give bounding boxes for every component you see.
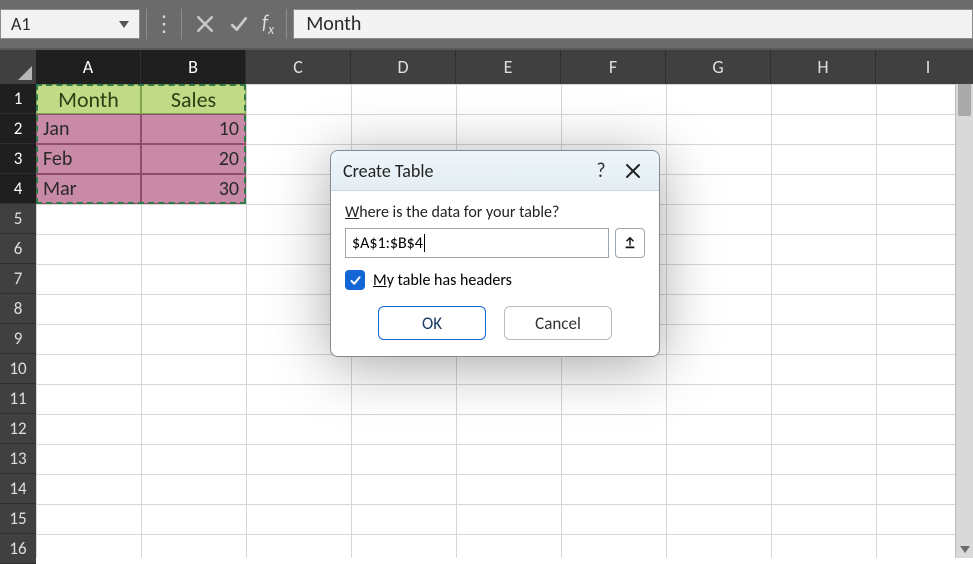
row-header-14[interactable]: 14 xyxy=(0,474,36,504)
name-box-value: A1 xyxy=(11,13,31,35)
formula-bar-toolbar: A1 ⋮ fx Month xyxy=(0,0,973,50)
scroll-down-button[interactable] xyxy=(956,540,973,558)
cell-B1[interactable]: Sales xyxy=(141,84,246,114)
row-header-10[interactable]: 10 xyxy=(0,354,36,384)
row-header-16[interactable]: 16 xyxy=(0,534,36,564)
headers-checkbox-label[interactable]: My table has headers xyxy=(373,271,512,290)
cell-A2[interactable]: Jan xyxy=(36,114,141,144)
headers-checkbox[interactable] xyxy=(345,270,365,290)
range-selector-button[interactable] xyxy=(615,228,645,258)
dialog-title: Create Table xyxy=(343,160,433,182)
close-icon xyxy=(196,15,214,33)
row-header-5[interactable]: 5 xyxy=(0,204,36,234)
row-header-11[interactable]: 11 xyxy=(0,384,36,414)
cell-B4[interactable]: 30 xyxy=(141,174,246,204)
fx-icon[interactable]: fx xyxy=(256,11,280,38)
cell-A1[interactable]: Month xyxy=(36,84,141,114)
row-header-1[interactable]: 1 xyxy=(0,84,36,114)
range-input-value: $A$1:$B$4 xyxy=(352,234,423,253)
kebab-icon[interactable]: ⋮ xyxy=(153,20,175,28)
range-prompt-label: Where is the data for your table? xyxy=(345,203,645,222)
help-button[interactable]: ? xyxy=(589,159,613,183)
check-icon xyxy=(230,15,248,33)
row-header-9[interactable]: 9 xyxy=(0,324,36,354)
column-header-B[interactable]: B xyxy=(141,50,246,84)
chevron-down-icon[interactable] xyxy=(119,21,129,28)
row-header-3[interactable]: 3 xyxy=(0,144,36,174)
cell-A3[interactable]: Feb xyxy=(36,144,141,174)
column-header-G[interactable]: G xyxy=(666,50,771,84)
cell-B2[interactable]: 10 xyxy=(141,114,246,144)
divider xyxy=(181,9,182,39)
create-table-dialog: Create Table ? Where is the data for you… xyxy=(330,150,660,350)
vertical-scrollbar[interactable] xyxy=(955,50,973,558)
column-header-A[interactable]: A xyxy=(36,50,141,84)
column-header-E[interactable]: E xyxy=(456,50,561,84)
cell-B3[interactable]: 20 xyxy=(141,144,246,174)
row-header-8[interactable]: 8 xyxy=(0,294,36,324)
divider xyxy=(286,9,287,39)
check-icon xyxy=(349,274,362,287)
column-header-C[interactable]: C xyxy=(246,50,351,84)
row-header-13[interactable]: 13 xyxy=(0,444,36,474)
range-selector-icon xyxy=(623,236,637,250)
chevron-down-icon xyxy=(960,546,970,553)
ok-button[interactable]: OK xyxy=(378,306,486,340)
divider xyxy=(146,9,147,39)
column-header-I[interactable]: I xyxy=(876,50,973,84)
cancel-formula-button[interactable] xyxy=(188,9,222,39)
column-header-H[interactable]: H xyxy=(771,50,876,84)
cancel-button[interactable]: Cancel xyxy=(504,306,612,340)
select-all-icon xyxy=(18,66,32,80)
accept-formula-button[interactable] xyxy=(222,9,256,39)
text-caret xyxy=(424,234,425,252)
select-all-corner[interactable] xyxy=(0,50,36,84)
headers-checkbox-row: My table has headers xyxy=(345,270,645,290)
dialog-body: Where is the data for your table? $A$1:$… xyxy=(331,191,659,356)
row-header-12[interactable]: 12 xyxy=(0,414,36,444)
row-header-2[interactable]: 2 xyxy=(0,114,36,144)
row-header-7[interactable]: 7 xyxy=(0,264,36,294)
name-box[interactable]: A1 xyxy=(0,9,140,39)
row-header-15[interactable]: 15 xyxy=(0,504,36,534)
close-icon xyxy=(625,163,641,179)
formula-input[interactable]: Month xyxy=(293,9,973,39)
column-header-D[interactable]: D xyxy=(351,50,456,84)
row-header-4[interactable]: 4 xyxy=(0,174,36,204)
formula-value: Month xyxy=(306,12,361,36)
cell-A4[interactable]: Mar xyxy=(36,174,141,204)
close-button[interactable] xyxy=(619,157,647,185)
dialog-title-bar[interactable]: Create Table ? xyxy=(331,151,659,191)
row-header-6[interactable]: 6 xyxy=(0,234,36,264)
range-input[interactable]: $A$1:$B$4 xyxy=(345,228,609,258)
column-header-F[interactable]: F xyxy=(561,50,666,84)
